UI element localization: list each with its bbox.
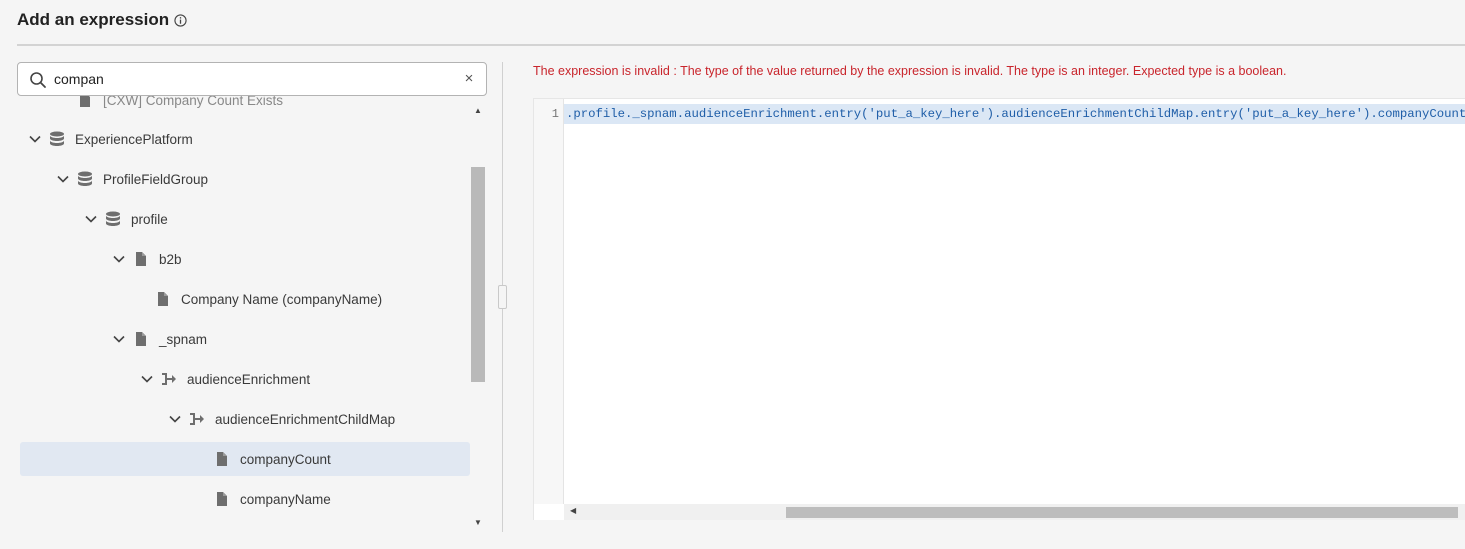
dialog-title: Add an expression: [17, 10, 187, 30]
tree-item-label: companyCount: [240, 451, 331, 467]
tree-item-profile[interactable]: profile: [84, 202, 487, 236]
tree-item-profilefieldgroup[interactable]: ProfileFieldGroup: [56, 162, 487, 196]
tree-scrollbar-thumb[interactable]: [471, 167, 485, 382]
tree-item-label: profile: [131, 211, 168, 227]
tree-item-label: audienceEnrichmentChildMap: [215, 411, 396, 427]
tree-item-companycount[interactable]: companyCount: [20, 442, 470, 476]
tree-item-audienceenrichment[interactable]: audienceEnrichment: [140, 362, 487, 396]
file-icon: [217, 452, 227, 466]
dialog-header: Add an expression: [0, 0, 1465, 46]
expression-code: .profile._spnam.audienceEnrichment.entry…: [566, 107, 1465, 121]
tree-item-label: _spnam: [159, 331, 208, 347]
tree-item-b2b[interactable]: b2b: [112, 242, 487, 276]
tree-item-label: b2b: [159, 251, 182, 267]
tree-item-label: Company Name (companyName): [181, 291, 383, 307]
tree-item-experienceplatform[interactable]: ExperiencePlatform: [28, 122, 478, 156]
file-icon: [80, 96, 90, 107]
chevron-down-icon[interactable]: [112, 332, 126, 346]
file-icon: [158, 292, 168, 306]
validation-error: The expression is invalid : The type of …: [533, 64, 1287, 78]
map-icon: [190, 413, 204, 425]
tree-item-label: ExperiencePlatform: [75, 131, 193, 147]
schema-tree: [CXW] Company Count Exists ExperiencePla…: [17, 96, 487, 532]
chevron-down-icon[interactable]: [140, 372, 154, 386]
chevron-down-icon[interactable]: [28, 132, 42, 146]
tree-item-label: companyName: [240, 491, 331, 507]
clear-search-icon[interactable]: ×: [462, 71, 476, 87]
header-divider: [17, 44, 1465, 46]
editor-scrollbar-thumb[interactable]: [786, 507, 1458, 518]
dialog-title-text: Add an expression: [17, 10, 170, 29]
chevron-down-icon[interactable]: [168, 412, 182, 426]
tree-item-companyname[interactable]: companyName: [213, 482, 487, 516]
search-box[interactable]: ×: [17, 62, 487, 96]
tree-item-label: [CXW] Company Count Exists: [103, 96, 284, 108]
chevron-down-icon[interactable]: [56, 172, 70, 186]
database-icon: [78, 171, 92, 186]
line-number: 1: [551, 107, 559, 121]
scroll-down-icon[interactable]: ▼: [474, 518, 482, 527]
resize-handle[interactable]: [498, 285, 507, 309]
chevron-down-icon[interactable]: [84, 212, 98, 226]
file-icon: [136, 332, 146, 346]
file-icon: [136, 252, 146, 266]
info-icon[interactable]: [174, 13, 187, 27]
editor-gutter: 1: [534, 99, 564, 504]
code-line[interactable]: .profile._spnam.audienceEnrichment.entry…: [564, 104, 1465, 124]
database-icon: [50, 131, 64, 146]
expression-editor[interactable]: 1 .profile._spnam.audienceEnrichment.ent…: [533, 98, 1465, 520]
tree-item-audienceenrichmentchildmap[interactable]: audienceEnrichmentChildMap: [168, 402, 487, 436]
search-input[interactable]: [54, 67, 454, 91]
tree-item-label: audienceEnrichment: [187, 371, 311, 387]
database-icon: [106, 211, 120, 226]
scroll-left-icon[interactable]: ◀: [570, 506, 576, 515]
editor-horizontal-scrollbar[interactable]: ◀: [564, 504, 1465, 520]
tree-item-label: ProfileFieldGroup: [103, 171, 209, 187]
tree-item-company-name[interactable]: Company Name (companyName): [154, 282, 487, 316]
tree-item-partial[interactable]: [CXW] Company Count Exists: [76, 96, 487, 117]
scroll-up-icon[interactable]: ▲: [474, 106, 482, 115]
tree-item-spnam[interactable]: _spnam: [112, 322, 487, 356]
file-icon: [217, 492, 227, 506]
chevron-down-icon[interactable]: [112, 252, 126, 266]
search-icon: [30, 72, 46, 88]
map-icon: [162, 373, 176, 385]
